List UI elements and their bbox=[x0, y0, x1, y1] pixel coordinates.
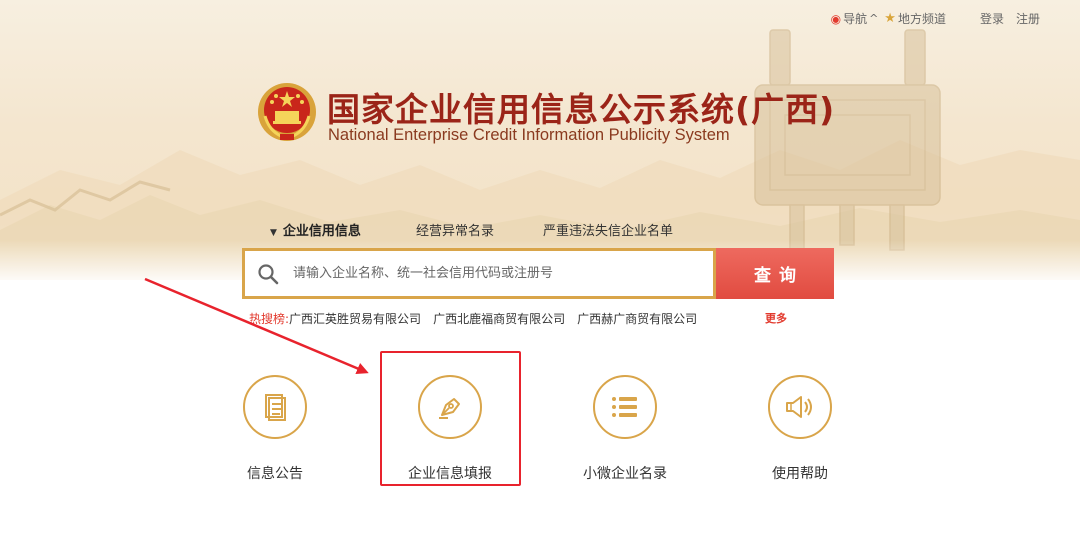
annotation-arrow bbox=[144, 277, 369, 375]
